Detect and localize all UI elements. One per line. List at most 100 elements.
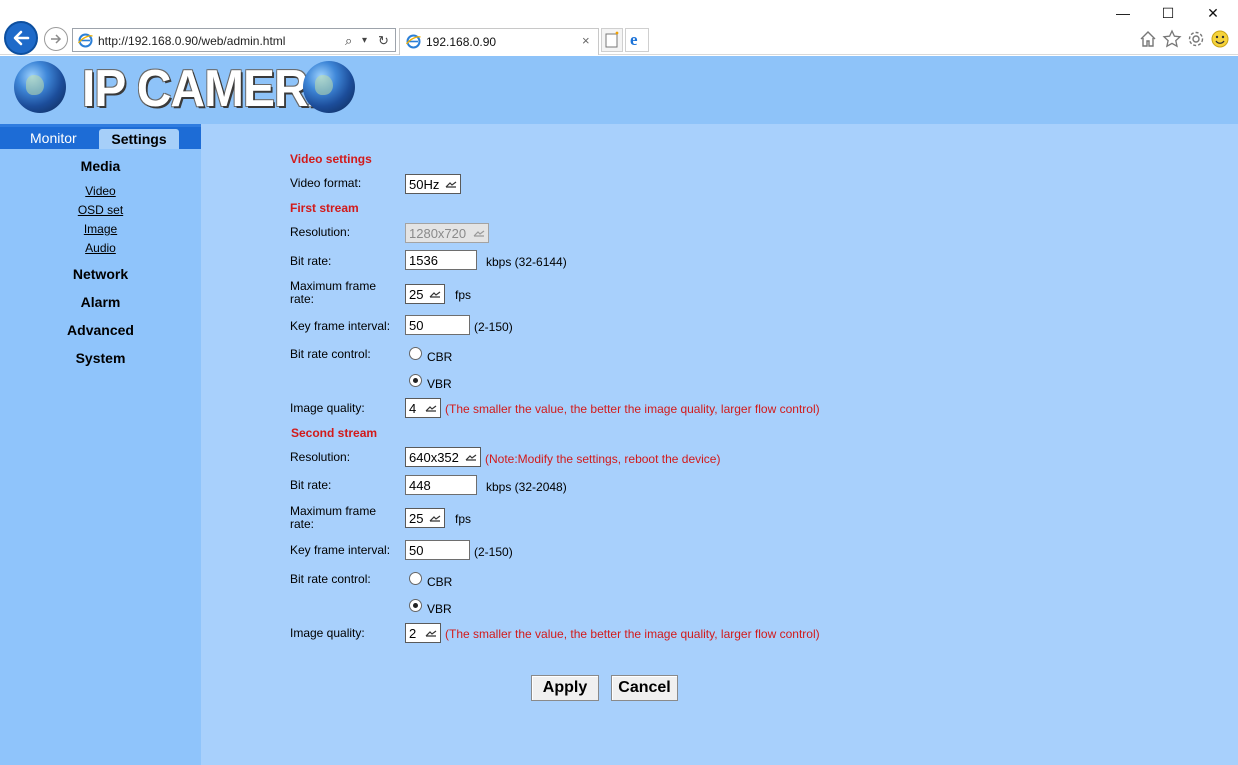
- menu-item-audio[interactable]: Audio: [0, 241, 201, 255]
- first-control-label: Bit rate control:: [290, 347, 371, 361]
- first-fps-value: 25: [409, 287, 424, 302]
- cancel-button[interactable]: Cancel: [611, 675, 678, 701]
- second-quality-note: (The smaller the value, the better the i…: [445, 627, 820, 641]
- ie-page-icon: [406, 34, 421, 49]
- first-bitrate-input[interactable]: 1536: [405, 250, 477, 270]
- second-quality-label: Image quality:: [290, 626, 365, 640]
- dropdown-arrow-icon: [445, 181, 457, 188]
- address-bar[interactable]: http://192.168.0.90/web/admin.html ⌕ ▾ ↻: [72, 28, 396, 52]
- second-bitrate-input[interactable]: 448: [405, 475, 477, 495]
- dropdown-arrow-icon: [425, 630, 437, 637]
- ie-page-icon: [78, 33, 93, 48]
- arrow-left-icon: [13, 30, 30, 46]
- menu-item-osd-set[interactable]: OSD set: [0, 203, 201, 217]
- page-content: IP CAMERA Monitor Settings Media Video O…: [0, 56, 1238, 765]
- tab-settings[interactable]: Settings: [99, 129, 179, 149]
- edge-button[interactable]: e: [625, 28, 649, 52]
- menu-advanced[interactable]: Advanced: [0, 322, 201, 338]
- forward-button[interactable]: [44, 27, 68, 51]
- maximize-button[interactable]: ☐: [1158, 5, 1178, 22]
- arrow-right-icon: [51, 34, 62, 44]
- second-bitrate-label: Bit rate:: [290, 478, 332, 492]
- menu-system[interactable]: System: [0, 350, 201, 366]
- first-quality-select[interactable]: 4: [405, 398, 441, 418]
- second-cbr-label[interactable]: CBR: [427, 575, 452, 589]
- browser-chrome: http://192.168.0.90/web/admin.html ⌕ ▾ ↻…: [0, 0, 1238, 55]
- section-first-stream: First stream: [290, 201, 359, 215]
- first-quality-label: Image quality:: [290, 401, 365, 415]
- menu-item-video[interactable]: Video: [0, 184, 201, 198]
- first-keyframe-input[interactable]: 50: [405, 315, 470, 335]
- second-resolution-label: Resolution:: [290, 450, 351, 464]
- smiley-feedback-icon[interactable]: [1210, 29, 1230, 49]
- dropdown-arrow-icon: [429, 291, 441, 298]
- first-vbr-label[interactable]: VBR: [427, 377, 452, 391]
- second-keyframe-label: Key frame interval:: [290, 543, 391, 557]
- tab-monitor[interactable]: Monitor: [30, 130, 77, 146]
- tab-title: 192.168.0.90: [426, 35, 497, 49]
- menu-item-image[interactable]: Image: [0, 222, 201, 236]
- video-format-select[interactable]: 50Hz: [405, 174, 461, 194]
- first-cbr-label[interactable]: CBR: [427, 350, 452, 364]
- url-text: http://192.168.0.90/web/admin.html: [98, 34, 286, 48]
- menu-media[interactable]: Media: [0, 158, 201, 174]
- second-quality-value: 2: [409, 626, 417, 641]
- first-resolution-label: Resolution:: [290, 225, 351, 239]
- first-fps-select[interactable]: 25: [405, 284, 445, 304]
- header-banner: IP CAMERA: [0, 56, 1238, 124]
- menu-network[interactable]: Network: [0, 266, 201, 282]
- first-bitrate-label: Bit rate:: [290, 254, 332, 268]
- dropdown-arrow-icon: [465, 454, 477, 461]
- dropdown-arrow-icon: [473, 230, 485, 237]
- sidebar: Monitor Settings Media Video OSD set Ima…: [0, 124, 201, 765]
- first-vbr-radio[interactable]: [409, 374, 422, 387]
- first-bitrate-range: kbps (32-6144): [486, 255, 567, 269]
- dropdown-icon[interactable]: ▾: [362, 35, 367, 46]
- second-fps-label: Maximum frame rate:: [290, 504, 377, 531]
- close-tab-icon[interactable]: ×: [582, 33, 590, 48]
- close-window-button[interactable]: ✕: [1203, 5, 1223, 22]
- minimize-button[interactable]: —: [1113, 5, 1133, 21]
- globe-logo-icon: [303, 61, 355, 113]
- first-resolution-select: 1280x720: [405, 223, 489, 243]
- first-fps-unit: fps: [455, 288, 472, 302]
- second-control-label: Bit rate control:: [290, 572, 371, 586]
- section-second-stream: Second stream: [291, 426, 378, 440]
- dropdown-arrow-icon: [425, 405, 437, 412]
- video-format-value: 50Hz: [409, 177, 440, 192]
- second-keyframe-range: (2-150): [474, 545, 513, 559]
- refresh-icon[interactable]: ↻: [378, 33, 389, 49]
- video-settings-form: Video settings Video format: 50Hz First …: [201, 124, 1238, 765]
- globe-logo-icon: [14, 61, 66, 113]
- browser-tab[interactable]: 192.168.0.90 ×: [399, 28, 599, 55]
- first-cbr-radio[interactable]: [409, 347, 422, 360]
- second-cbr-radio[interactable]: [409, 572, 422, 585]
- back-button[interactable]: [4, 21, 38, 55]
- apply-button[interactable]: Apply: [531, 675, 599, 701]
- search-icon[interactable]: ⌕: [345, 33, 352, 49]
- section-video-settings: Video settings: [290, 152, 372, 166]
- home-icon[interactable]: [1138, 29, 1158, 49]
- second-quality-select[interactable]: 2: [405, 623, 441, 643]
- second-bitrate-range: kbps (32-2048): [486, 480, 567, 494]
- new-tab-button[interactable]: [601, 28, 623, 52]
- edge-icon: e: [630, 30, 638, 49]
- second-fps-select[interactable]: 25: [405, 508, 445, 528]
- gear-icon[interactable]: [1186, 29, 1206, 49]
- second-resolution-select[interactable]: 640x352: [405, 447, 481, 467]
- first-resolution-value: 1280x720: [409, 226, 467, 241]
- second-fps-unit: fps: [455, 512, 472, 526]
- first-quality-note: (The smaller the value, the better the i…: [445, 402, 820, 416]
- second-fps-value: 25: [409, 511, 424, 526]
- main-tab-bar: Monitor Settings: [0, 127, 201, 149]
- first-keyframe-label: Key frame interval:: [290, 319, 391, 333]
- second-keyframe-input[interactable]: 50: [405, 540, 470, 560]
- first-keyframe-range: (2-150): [474, 320, 513, 334]
- first-quality-value: 4: [409, 401, 417, 416]
- menu-alarm[interactable]: Alarm: [0, 294, 201, 310]
- first-fps-label: Maximum frame rate:: [290, 279, 377, 306]
- new-tab-icon: [605, 31, 619, 48]
- second-vbr-radio[interactable]: [409, 599, 422, 612]
- favorites-star-icon[interactable]: [1162, 29, 1182, 49]
- second-vbr-label[interactable]: VBR: [427, 602, 452, 616]
